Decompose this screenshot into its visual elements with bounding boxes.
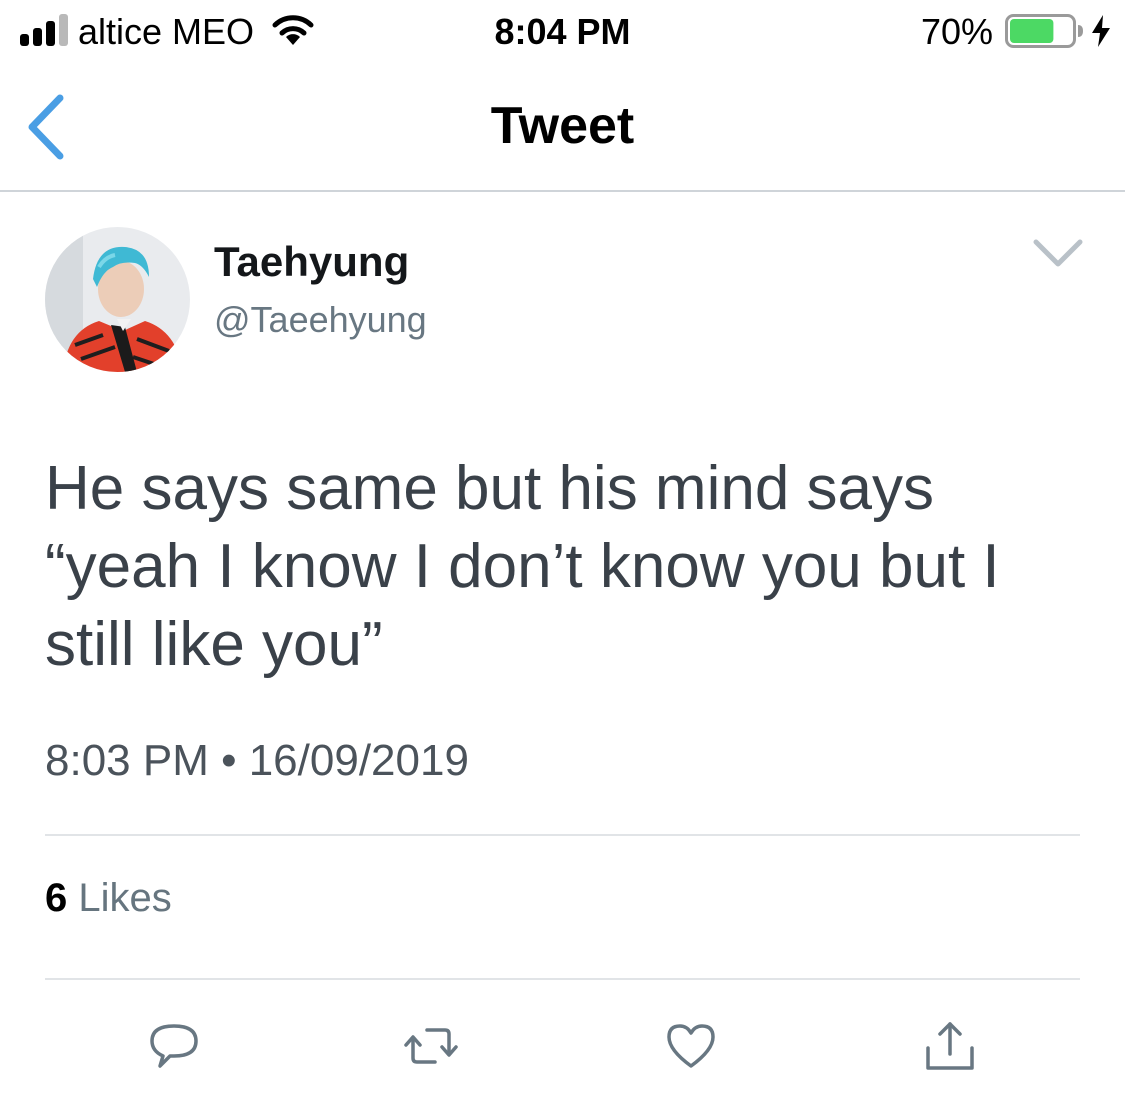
avatar-photo: [45, 227, 190, 372]
status-bar: altice MEO 8:04 PM 70%: [0, 0, 1125, 64]
page-title: Tweet: [490, 97, 635, 155]
chevron-down-icon[interactable]: [1030, 236, 1086, 270]
retweet-icon[interactable]: [403, 1018, 459, 1074]
divider: [45, 834, 1080, 836]
likes-label: Likes: [78, 876, 172, 920]
likes-stat[interactable]: 6 Likes: [45, 874, 172, 922]
like-icon[interactable]: [663, 1018, 719, 1074]
battery-percent: 70%: [920, 11, 993, 52]
tweet-timestamp: 8:03 PM • 16/09/2019: [45, 736, 469, 785]
tweet-text: He says same but his mind says “yeah I k…: [45, 454, 1000, 679]
charging-bolt-icon: [1092, 15, 1110, 47]
likes-count: 6: [45, 876, 68, 920]
share-icon[interactable]: [922, 1018, 978, 1074]
user-handle[interactable]: @Taeehyung: [214, 298, 427, 342]
display-name[interactable]: Taehyung: [214, 236, 409, 288]
battery-icon: [1005, 14, 1083, 48]
divider: [45, 978, 1080, 980]
reply-icon[interactable]: [146, 1018, 202, 1074]
navigation-bar: Tweet: [0, 64, 1125, 192]
tweet-detail-screen: altice MEO 8:04 PM 70% Tweet Taehyung @T…: [0, 0, 1125, 1113]
avatar[interactable]: [45, 227, 190, 372]
